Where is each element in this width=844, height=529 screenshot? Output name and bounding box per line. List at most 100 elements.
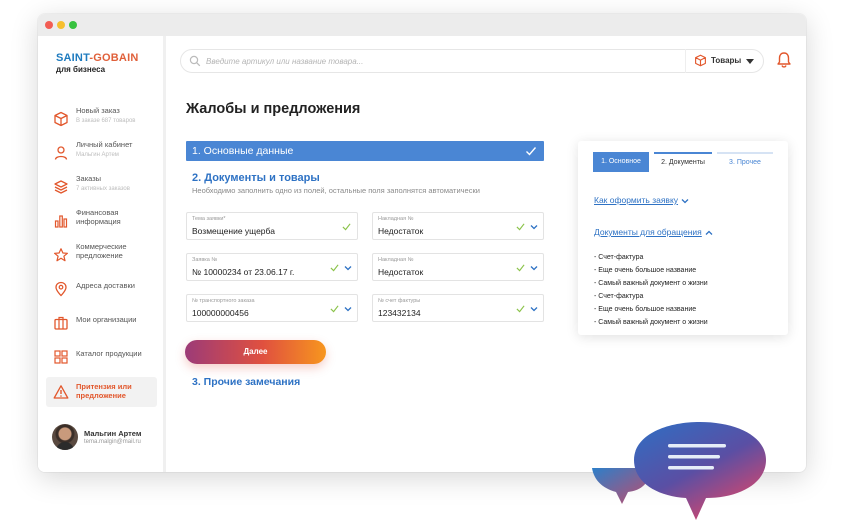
briefcase-icon bbox=[54, 316, 68, 330]
bell-icon[interactable] bbox=[775, 51, 793, 69]
field-label: № транспортного заказа bbox=[192, 298, 255, 304]
form-hint: Необходимо заполнить одно из полей, оста… bbox=[192, 186, 480, 195]
sidebar-item-finance[interactable]: Финансовая информация bbox=[46, 206, 157, 236]
field-label: Накладная № bbox=[378, 216, 414, 222]
sidebar: SAINT-GOBAIN для бизнеса Новый заказ В за… bbox=[38, 36, 166, 472]
field-value: № 10000234 от 23.06.17 г. bbox=[192, 267, 295, 277]
products-dropdown[interactable]: Товары bbox=[685, 49, 763, 73]
layers-icon bbox=[54, 180, 68, 194]
check-icon bbox=[330, 264, 339, 272]
chevron-down-icon[interactable] bbox=[344, 265, 352, 271]
chevron-up-icon bbox=[705, 230, 713, 235]
star-icon bbox=[54, 248, 68, 262]
check-icon bbox=[330, 305, 339, 313]
logo-text-part2: -GOBAIN bbox=[89, 52, 139, 64]
section-main-data-header[interactable]: 1. Основные данные bbox=[186, 141, 544, 161]
field-value: Недостаток bbox=[378, 226, 424, 236]
invoice-number-field[interactable]: № счет фактуры 123432134 bbox=[372, 294, 544, 322]
bar-chart-icon bbox=[54, 215, 68, 228]
sidebar-item-orders[interactable]: Заказы 7 активных заказов bbox=[46, 172, 157, 202]
chevron-down-icon bbox=[681, 198, 689, 204]
list-item: - Счет-фактура bbox=[594, 293, 644, 300]
sidebar-item-sub: 7 активных заказов bbox=[76, 185, 130, 192]
next-button[interactable]: Далее bbox=[185, 340, 326, 364]
sidebar-item-addresses[interactable]: Адреса доставки bbox=[46, 274, 157, 304]
how-to-apply-link[interactable]: Как оформить заявку bbox=[594, 195, 689, 205]
check-icon bbox=[342, 223, 351, 231]
invoice-field-2[interactable]: Накладная № Недостаток bbox=[372, 253, 544, 281]
user-email: tema.malgin@mail.ru bbox=[84, 439, 141, 445]
tab-other[interactable]: 3. Прочее bbox=[717, 152, 773, 172]
sidebar-item-label: Притензия или предложение bbox=[76, 382, 132, 400]
chevron-down-icon[interactable] bbox=[530, 265, 538, 271]
tab-main[interactable]: 1. Основное bbox=[593, 152, 649, 172]
tab-documents[interactable]: 2. Документы bbox=[654, 152, 712, 172]
products-dropdown-label: Товары bbox=[711, 56, 742, 65]
chevron-down-icon[interactable] bbox=[344, 306, 352, 312]
cube-icon bbox=[695, 54, 706, 67]
field-label: Заявка № bbox=[192, 257, 218, 263]
check-icon bbox=[516, 223, 525, 231]
app-window: SAINT-GOBAIN для бизнеса Новый заказ В за… bbox=[38, 14, 806, 472]
request-number-field[interactable]: Заявка № № 10000234 от 23.06.17 г. bbox=[186, 253, 358, 281]
sidebar-item-label: Личный кабинет bbox=[76, 140, 133, 149]
avatar[interactable] bbox=[52, 424, 78, 450]
field-value: 123432134 bbox=[378, 308, 421, 318]
list-item: - Самый важный документ о жизни bbox=[594, 280, 708, 287]
sidebar-item-label: Заказы bbox=[76, 174, 102, 183]
next-button-label: Далее bbox=[243, 347, 268, 356]
cube-icon bbox=[54, 111, 68, 127]
subject-field[interactable]: Тема заявки* Возмещение ущерба bbox=[186, 212, 358, 240]
search-bar: Товары bbox=[180, 49, 764, 73]
close-window-button[interactable] bbox=[45, 21, 53, 29]
sidebar-item-catalog[interactable]: Каталог продукции bbox=[46, 342, 157, 372]
maximize-window-button[interactable] bbox=[69, 21, 77, 29]
section-documents-title: 2. Документы и товары bbox=[192, 172, 320, 184]
sidebar-item-label: Адреса доставки bbox=[76, 281, 136, 290]
section-other-remarks-title[interactable]: 3. Прочие замечания bbox=[192, 376, 300, 388]
section-title: 1. Основные данные bbox=[192, 145, 294, 157]
list-item: - Самый важный документ о жизни bbox=[594, 319, 708, 326]
logo-subtitle: для бизнеса bbox=[56, 65, 106, 74]
list-item: - Еще очень большое название bbox=[594, 306, 697, 313]
link-label: Как оформить заявку bbox=[594, 195, 679, 205]
sidebar-item-label: Мои организации bbox=[76, 315, 137, 324]
field-value: Возмещение ущерба bbox=[192, 226, 275, 236]
window-titlebar bbox=[38, 14, 806, 36]
caret-down-icon bbox=[746, 59, 754, 64]
brand-logo[interactable]: SAINT-GOBAIN для бизнеса bbox=[56, 52, 138, 75]
sidebar-item-claims[interactable]: Притензия или предложение bbox=[46, 377, 157, 407]
sidebar-item-label: Финансовая информация bbox=[76, 208, 121, 226]
transport-order-field[interactable]: № транспортного заказа 100000000456 bbox=[186, 294, 358, 322]
sidebar-item-offers[interactable]: Коммерческие предложение bbox=[46, 240, 157, 270]
documents-link[interactable]: Документы для обращения bbox=[594, 227, 713, 237]
sidebar-item-label: Каталог продукции bbox=[76, 349, 142, 358]
chevron-down-icon[interactable] bbox=[530, 224, 538, 230]
minimize-window-button[interactable] bbox=[57, 21, 65, 29]
field-label: Накладная № bbox=[378, 257, 414, 263]
chevron-down-icon[interactable] bbox=[530, 306, 538, 312]
help-panel: 1. Основное 2. Документы 3. Прочее Как о… bbox=[578, 141, 788, 335]
documents-list: - Счет-фактура - Еще очень большое назва… bbox=[594, 251, 708, 329]
user-name: Мальгин Артем bbox=[84, 429, 142, 438]
check-icon bbox=[516, 305, 525, 313]
list-item: - Счет-фактура bbox=[594, 254, 644, 261]
field-label: № счет фактуры bbox=[378, 298, 421, 304]
sidebar-item-new-order[interactable]: Новый заказ В заказе 687 товаров bbox=[46, 104, 157, 134]
catalog-grid-icon bbox=[54, 350, 68, 364]
location-pin-icon bbox=[55, 281, 67, 297]
logo-text-part1: SAINT bbox=[56, 52, 90, 64]
sidebar-item-account[interactable]: Личный кабинет Мальгин Артем bbox=[46, 138, 157, 168]
link-label: Документы для обращения bbox=[594, 227, 702, 237]
field-value: Недостаток bbox=[378, 267, 424, 277]
sidebar-item-organizations[interactable]: Мои организации bbox=[46, 308, 157, 338]
check-icon bbox=[516, 264, 525, 272]
chat-icon[interactable] bbox=[632, 420, 768, 524]
field-value: 100000000456 bbox=[192, 308, 249, 318]
sidebar-item-label: Коммерческие предложение bbox=[76, 242, 127, 260]
sidebar-item-sub: Мальгин Артем bbox=[76, 151, 119, 158]
invoice-field-1[interactable]: Накладная № Недостаток bbox=[372, 212, 544, 240]
search-input[interactable] bbox=[206, 53, 666, 69]
user-icon bbox=[54, 146, 68, 160]
check-icon bbox=[526, 147, 537, 156]
